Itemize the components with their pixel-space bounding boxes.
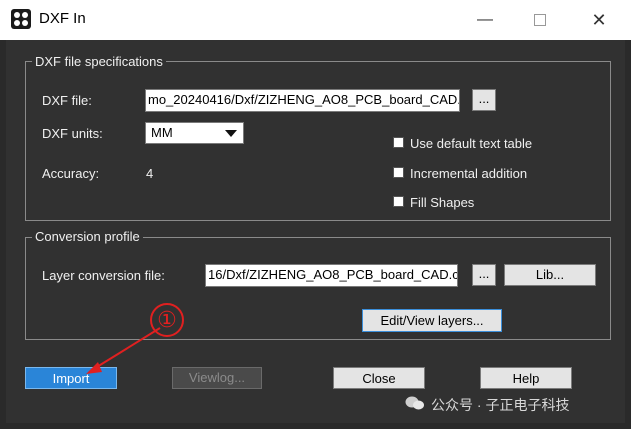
watermark-text: 公众号 · 子正电子科技 <box>431 397 570 413</box>
close-icon[interactable]: ✕ <box>586 8 612 32</box>
wechat-icon <box>405 396 424 410</box>
dxf-units-value: MM <box>151 125 173 140</box>
dxf-file-field[interactable]: mo_20240416/Dxf/ZIZHENG_AO8_PCB_board_CA… <box>145 89 460 112</box>
fill-shapes-checkbox[interactable] <box>393 196 404 207</box>
minimize-icon[interactable]: — <box>472 8 498 32</box>
dxf-file-browse-button[interactable]: ... <box>472 89 496 111</box>
layer-file-browse-button[interactable]: ... <box>472 264 496 286</box>
dxf-units-select[interactable]: MM <box>145 122 244 144</box>
viewlog-button[interactable]: Viewlog... <box>172 367 262 389</box>
dxf-file-label: DXF file: <box>42 93 92 108</box>
layer-conversion-file-field[interactable]: 16/Dxf/ZIZHENG_AO8_PCB_board_CAD.cnv <box>205 264 458 287</box>
layer-conversion-file-label: Layer conversion file: <box>42 268 165 283</box>
lib-button[interactable]: Lib... <box>504 264 596 286</box>
window-title: DXF In <box>39 10 86 27</box>
use-default-text-table-label[interactable]: Use default text table <box>410 136 532 151</box>
app-logo-icon <box>11 9 31 29</box>
incremental-addition-checkbox[interactable] <box>393 167 404 178</box>
accuracy-label: Accuracy: <box>42 166 100 181</box>
dxf-units-label: DXF units: <box>42 126 103 141</box>
close-button[interactable]: Close <box>333 367 425 389</box>
accuracy-value: 4 <box>146 166 154 181</box>
use-default-text-table-checkbox[interactable] <box>393 137 404 148</box>
callout-arrow-icon <box>86 327 161 374</box>
help-button[interactable]: Help <box>480 367 572 389</box>
chevron-down-icon <box>225 130 237 137</box>
dxf-spec-group-title: DXF file specifications <box>32 54 166 69</box>
fill-shapes-label[interactable]: Fill Shapes <box>410 195 474 210</box>
title-bar[interactable]: DXF In — ✕ <box>0 0 631 40</box>
maximize-icon[interactable] <box>527 8 553 32</box>
incremental-addition-label[interactable]: Incremental addition <box>410 166 527 181</box>
conversion-profile-group-title: Conversion profile <box>32 229 143 244</box>
edit-view-layers-button[interactable]: Edit/View layers... <box>362 309 502 332</box>
